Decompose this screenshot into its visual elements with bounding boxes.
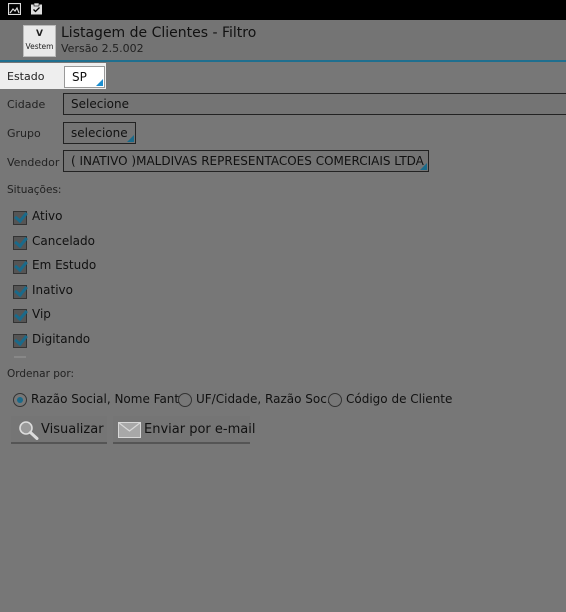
logo-mark: V — [36, 29, 43, 39]
list-scroll-hint — [14, 356, 26, 358]
radio-selected-icon — [13, 393, 27, 407]
app-logo: V Vestem — [23, 25, 56, 57]
radio-unselected-icon — [328, 393, 342, 407]
cidade-value: Selecione — [71, 97, 129, 111]
dropdown-corner-icon — [127, 135, 134, 142]
checkbox-label: Ativo — [32, 209, 63, 223]
clipboard-check-icon — [31, 3, 42, 15]
enviar-email-label: Enviar por e-mail — [144, 422, 256, 437]
situacoes-label: Situações: — [7, 184, 62, 196]
grupo-label: Grupo — [7, 127, 41, 140]
estado-value: SP — [72, 70, 87, 84]
checkbox-checked-icon — [13, 233, 28, 250]
cidade-label: Cidade — [7, 98, 46, 111]
estado-spinner[interactable]: SP — [64, 66, 105, 88]
checkbox-checked-icon — [13, 331, 28, 348]
checkbox-checked-icon — [13, 208, 28, 225]
envelope-icon — [118, 422, 141, 438]
checkbox-label: Em Estudo — [32, 258, 97, 272]
visualizar-label: Visualizar — [41, 422, 104, 437]
estado-label: Estado — [7, 70, 45, 83]
radio-unselected-icon — [178, 393, 192, 407]
action-bar-divider — [0, 60, 566, 62]
checkbox-label: Vip — [32, 307, 51, 321]
radio-label: Razão Social, Nome Fant. — [31, 392, 183, 406]
app-version: Versão 2.5.002 — [61, 42, 144, 55]
app-title: Listagem de Clientes - Filtro — [61, 25, 257, 41]
image-icon — [8, 3, 21, 15]
dropdown-corner-icon — [96, 79, 103, 86]
grupo-spinner[interactable]: selecione — [63, 122, 136, 144]
checkbox-label: Cancelado — [32, 234, 95, 248]
checkbox-checked-icon — [13, 282, 28, 299]
vendedor-label: Vendedor — [7, 156, 60, 169]
visualizar-button[interactable]: Visualizar — [11, 416, 107, 444]
radio-label: Código de Cliente — [346, 392, 453, 406]
checkbox-checked-icon — [13, 306, 28, 323]
radio-label: UF/Cidade, Razão Soc. — [196, 392, 331, 406]
enviar-email-button[interactable]: Enviar por e-mail — [113, 416, 255, 444]
vendedor-spinner[interactable]: ( INATIVO )MALDIVAS REPRESENTACOES COMER… — [63, 150, 429, 172]
cidade-spinner[interactable]: Selecione — [63, 93, 566, 115]
magnifier-icon — [19, 421, 39, 440]
logo-text: Vestem — [25, 42, 54, 51]
checkbox-checked-icon — [13, 257, 28, 274]
vendedor-value: ( INATIVO )MALDIVAS REPRESENTACOES COMER… — [71, 154, 424, 168]
checkbox-label: Digitando — [32, 332, 91, 346]
grupo-value: selecione — [71, 126, 128, 140]
ordenar-label: Ordenar por: — [7, 368, 75, 380]
status-bar — [0, 0, 566, 20]
dropdown-corner-icon — [420, 163, 427, 170]
checkbox-label: Inativo — [32, 283, 73, 297]
